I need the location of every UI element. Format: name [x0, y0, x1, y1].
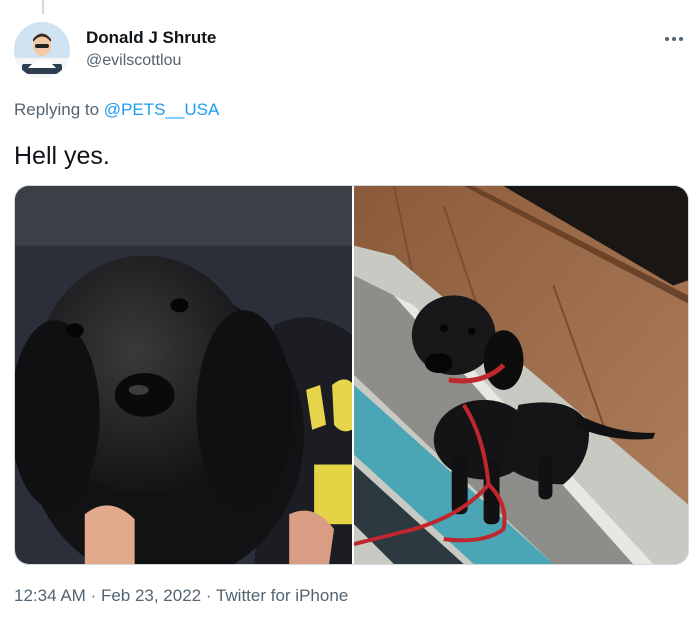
- media-grid: [14, 185, 689, 565]
- tweet-meta: 12:34 AM · Feb 23, 2022 · Twitter for iP…: [14, 586, 348, 606]
- photo-puppy-closeup[interactable]: [15, 186, 352, 564]
- author-handle[interactable]: @evilscottlou: [86, 52, 181, 70]
- photo-puppy-on-rug[interactable]: [354, 186, 688, 564]
- meta-separator: ·: [85, 586, 101, 605]
- avatar[interactable]: [14, 22, 70, 78]
- tweet-date[interactable]: Feb 23, 2022: [101, 586, 201, 605]
- tweet-text: Hell yes.: [14, 142, 110, 170]
- replying-to: Replying to @PETS__USA: [14, 100, 219, 120]
- thread-connector: [42, 0, 44, 14]
- tweet-time[interactable]: 12:34 AM: [14, 586, 86, 605]
- reply-target-link[interactable]: @PETS__USA: [104, 100, 220, 119]
- tweet-source[interactable]: Twitter for iPhone: [216, 586, 348, 605]
- more-icon[interactable]: [660, 30, 688, 48]
- replying-to-label: Replying to: [14, 100, 100, 119]
- meta-separator: ·: [201, 586, 216, 605]
- author-name[interactable]: Donald J Shrute: [86, 28, 216, 48]
